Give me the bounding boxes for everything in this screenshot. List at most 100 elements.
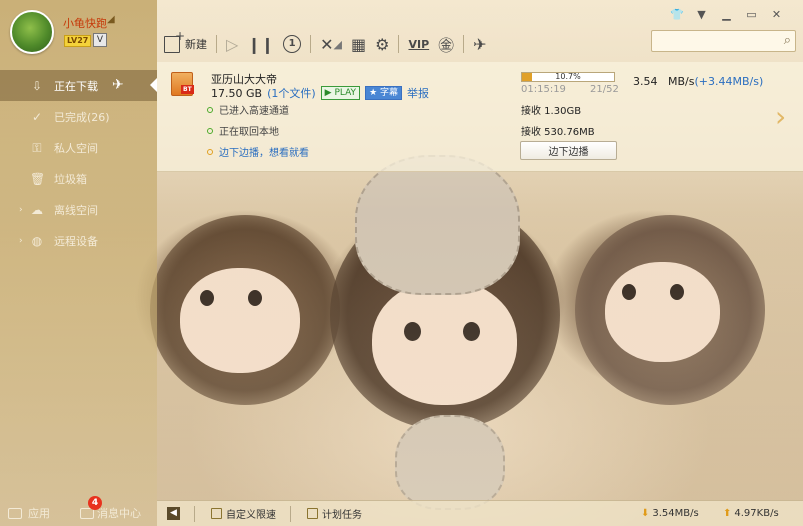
subtitle-button[interactable]: ★ 字幕 (365, 86, 403, 100)
sidebar-item-label: 已完成(26) (54, 110, 110, 124)
cloud-icon: ☁ (31, 202, 43, 217)
status-text: 边下边播，想看就看 (219, 148, 309, 159)
apps-button[interactable]: 应用 (8, 505, 50, 521)
settings-button[interactable]: ⚙ (375, 35, 389, 54)
status-text: 正在取回本地 (219, 127, 279, 138)
sidebar-item-downloading[interactable]: ⇩ 正在下载 ✈ (0, 70, 157, 101)
file-count-link[interactable]: (1个文件) (267, 85, 316, 101)
download-icon: ⇩ (31, 78, 43, 93)
pause-button[interactable]: ❙❙ (247, 35, 274, 54)
apps-grid-button[interactable]: ▦ (351, 35, 366, 54)
collapse-sidebar-button[interactable]: ◀ (167, 507, 180, 520)
toolbar: 新建 ▷ ❙❙ 1 ✕◢ ▦ ⚙ VIP ㊎ ✈ (164, 29, 496, 58)
skin-icon[interactable]: 👕 (670, 8, 684, 21)
fortune-cat-icon: ㊎ (438, 36, 455, 55)
sidebar-item-private[interactable]: ⚿ 私人空间 (0, 132, 157, 163)
statusbar-divider (194, 505, 195, 522)
download-task-row[interactable]: BT 亚历山大大帝 17.50 GB (1个文件) ▶ PLAY ★ 字幕 举报… (157, 62, 803, 172)
subtitle-label: 字幕 (380, 88, 399, 98)
status-text: 已进入高速通道 (219, 106, 289, 117)
sidebar-footer: 应用 4 消息中心 (0, 496, 157, 526)
schedule-icon (307, 508, 318, 519)
bird-icon: ✈ (473, 34, 487, 54)
search-icon[interactable]: ⌕ (784, 33, 791, 48)
statusbar: ◀ 自定义限速 计划任务 ⬇ 3.54MB/s ⬆ 4.97KB/s (157, 500, 803, 526)
statusbar-divider (290, 505, 291, 522)
stream-while-download-link[interactable]: 边下边播，想看就看 (207, 144, 309, 159)
new-task-label: 新建 (185, 38, 207, 51)
play-label: PLAY (334, 88, 357, 98)
message-center-button[interactable]: 4 消息中心 (80, 496, 141, 521)
speed-unit: MB/s (668, 75, 695, 88)
expand-arrow-icon[interactable]: › (19, 205, 23, 215)
sidebar-item-offline[interactable]: › ☁ 离线空间 (0, 194, 157, 225)
upload-arrow-icon: ⬆ (723, 508, 732, 519)
status-high-speed: 已进入高速通道 (207, 102, 289, 117)
priority-button[interactable]: 1 (283, 35, 302, 53)
apps-label: 应用 (28, 507, 50, 520)
next-page-arrow-icon[interactable]: › (775, 100, 786, 133)
search-input[interactable] (652, 31, 772, 51)
status-dot-icon (207, 106, 213, 113)
upload-speed-value: 4.97KB/s (734, 508, 779, 519)
download-arrow-icon: ⬇ (641, 508, 650, 519)
received-secondary: 接收 530.76MB (521, 127, 595, 138)
start-button[interactable]: ▷ (226, 35, 238, 54)
vip-label: VIP (408, 37, 430, 51)
pause-icon: ❙❙ (247, 34, 275, 54)
username[interactable]: 小龟快跑 (63, 15, 107, 31)
sidebar-item-label: 远程设备 (54, 234, 98, 248)
delete-button[interactable]: ✕ ◢ (320, 35, 342, 54)
sidebar-item-label: 离线空间 (54, 203, 98, 217)
stream-play-button[interactable]: 边下边播 (520, 141, 617, 160)
task-speed: 3.54 MB/s(+3.44MB/s) (633, 75, 763, 88)
delete-dropdown-icon[interactable]: ◢ (334, 38, 342, 51)
sidebar-item-completed[interactable]: ✓ 已完成(26) (0, 101, 157, 132)
bird-button[interactable]: ✈ (473, 35, 486, 54)
speed-extra: (+3.44MB/s) (694, 75, 764, 88)
toolbar-divider (463, 35, 465, 53)
expand-arrow-icon[interactable]: › (19, 236, 23, 246)
status-dot-icon (207, 127, 213, 134)
sidebar: 小龟快跑 ◢ LV27 V ⇩ 正在下载 ✈ ✓ 已完成(26) ⚿ 私人空间 … (0, 0, 157, 526)
download-speed: ⬇ 3.54MB/s (641, 508, 699, 519)
sidebar-nav: ⇩ 正在下载 ✈ ✓ 已完成(26) ⚿ 私人空间 🗑 垃圾箱 › ☁ 离线空间… (0, 70, 157, 256)
status-dot-icon (207, 148, 213, 155)
apps-icon (8, 507, 22, 519)
sidebar-item-remote[interactable]: › ◍ 远程设备 (0, 225, 157, 256)
bt-tag: BT (181, 85, 194, 94)
message-center-label: 消息中心 (97, 507, 141, 520)
progress-label: 10.7% (555, 72, 581, 81)
level-badge[interactable]: LV27 (64, 35, 92, 47)
maximize-icon[interactable]: ▭ (745, 8, 758, 21)
play-button[interactable]: ▶ PLAY (320, 86, 361, 100)
toolbar-divider (216, 35, 217, 53)
task-meta: 17.50 GB (1个文件) ▶ PLAY ★ 字幕 举报 (211, 85, 429, 101)
sidebar-item-label: 正在下载 (54, 79, 98, 93)
grid-icon: ▦ (351, 34, 367, 54)
report-link[interactable]: 举报 (407, 85, 429, 101)
avatar[interactable] (10, 10, 54, 54)
sidebar-item-label: 垃圾箱 (54, 172, 87, 186)
search-box: ⌕ (651, 30, 796, 52)
close-icon[interactable]: ✕ (770, 8, 783, 21)
menu-icon[interactable]: ▼ (695, 8, 708, 21)
new-task-button[interactable]: 新建 (164, 29, 207, 53)
vip-badge[interactable]: V (93, 33, 107, 47)
speed-bird-icon: ✈ (112, 77, 124, 93)
sidebar-item-label: 私人空间 (54, 141, 98, 155)
gear-icon: ⚙ (375, 34, 390, 54)
custom-speed-limit-button[interactable]: 自定义限速 (211, 506, 276, 521)
pieces-count: 21/52 (590, 84, 619, 95)
vip-button[interactable]: VIP (408, 38, 429, 51)
sidebar-item-trash[interactable]: 🗑 垃圾箱 (0, 163, 157, 194)
lock-icon: ⚿ (32, 140, 42, 155)
active-indicator-icon (150, 78, 157, 92)
toolbar-divider (398, 35, 400, 53)
custom-speed-limit-label: 自定义限速 (226, 510, 276, 521)
scheduled-tasks-button[interactable]: 计划任务 (307, 506, 362, 521)
user-menu-caret-icon[interactable]: ◢ (107, 14, 115, 25)
check-circle-icon: ✓ (31, 109, 43, 124)
turbo-button[interactable]: ㊎ (438, 32, 454, 56)
minimize-icon[interactable]: ▁ (720, 8, 733, 21)
